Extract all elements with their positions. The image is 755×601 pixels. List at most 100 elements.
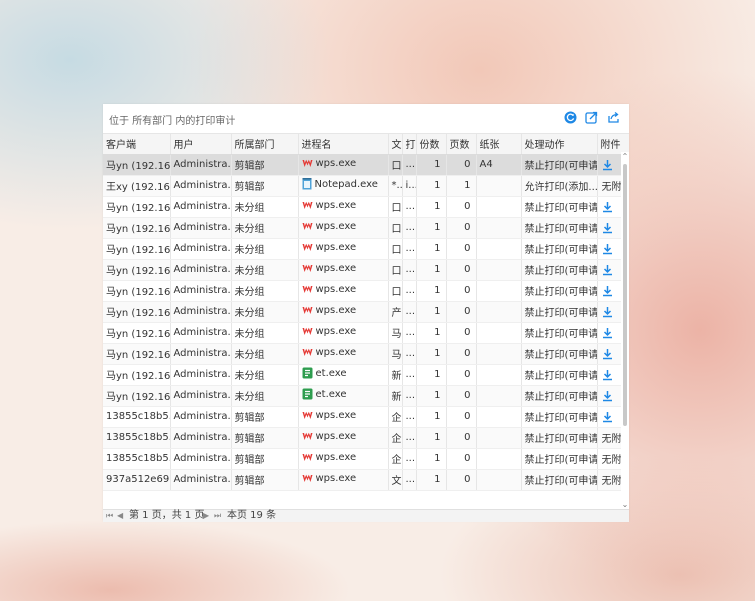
pages-cell: 0 [446, 448, 477, 470]
table-row[interactable]: 马yn (192.16...Administra...未分组 wps.exe 产..… [103, 301, 629, 323]
process-cell: wps.exe [298, 427, 389, 449]
action-cell: 禁止打印(可申请) [521, 427, 598, 449]
pages-cell: 0 [446, 469, 477, 491]
download-icon[interactable] [602, 159, 613, 171]
process-label: wps.exe [315, 263, 357, 274]
department-cell: 剪辑部 [231, 427, 299, 449]
last-page-icon[interactable]: ⏭ [214, 510, 221, 522]
printer-cell: ... [402, 343, 417, 365]
department-cell: 未分组 [231, 385, 299, 407]
column-header-user[interactable]: 用户 [170, 134, 232, 155]
document-cell: 企 [388, 427, 403, 449]
process-label: wps.exe [315, 347, 357, 358]
column-header-process[interactable]: 进程名 [298, 134, 389, 155]
action-cell: 允许打印(添加... [521, 175, 598, 197]
printer-cell: ... [402, 322, 417, 344]
table-row[interactable]: 937a512e69...Administra...剪辑部 wps.exe 文...… [103, 469, 629, 491]
user-cell: Administra... [170, 427, 232, 449]
download-icon[interactable] [602, 411, 613, 423]
column-header-attachment[interactable]: 附件 [597, 134, 629, 155]
table-row[interactable]: 马yn (192.16...Administra...未分组 wps.exe 口..… [103, 238, 629, 260]
copies-cell: 1 [416, 385, 447, 407]
process-label: wps.exe [315, 452, 357, 463]
table-row[interactable]: 马yn (192.16...Administra...未分组 wps.exe 口..… [103, 280, 629, 302]
wps-app-icon [302, 348, 312, 356]
table-row[interactable]: 王xy (192.16...Administra...剪辑部 Notepad.ex… [103, 175, 629, 197]
column-header-copies[interactable]: 份数 [416, 134, 447, 155]
user-cell: Administra... [170, 196, 232, 218]
column-header-printer[interactable]: 打 [402, 134, 417, 155]
scroll-down-icon[interactable]: ⌄ [621, 501, 629, 509]
action-cell: 禁止打印(可申请) [521, 259, 598, 281]
department-cell: 未分组 [231, 301, 299, 323]
table-row[interactable]: 马yn (192.16...Administra...未分组 et.exe 新...… [103, 385, 629, 407]
column-header-department[interactable]: 所属部门 [231, 134, 299, 155]
wps-app-icon [302, 474, 312, 482]
action-cell: 禁止打印(可申请) [521, 217, 598, 239]
document-cell: 口 [388, 280, 403, 302]
table-row[interactable]: 13855c18b5...Administra...剪辑部 wps.exe 企...… [103, 427, 629, 449]
panel-title: 位于 所有部门 内的打印审计 [109, 116, 236, 127]
prev-page-icon[interactable]: ◀ [117, 510, 123, 522]
user-cell: Administra... [170, 238, 232, 260]
table-row[interactable]: 13855c18b5...Administra...剪辑部 wps.exe 企...… [103, 406, 629, 428]
action-cell: 禁止打印(可申请) [521, 343, 598, 365]
pages-cell: 0 [446, 238, 477, 260]
table-row[interactable]: 13855c18b5...Administra...剪辑部 wps.exe 企...… [103, 448, 629, 470]
scroll-thumb[interactable] [623, 164, 627, 426]
process-cell: wps.exe [298, 238, 389, 260]
department-cell: 未分组 [231, 322, 299, 344]
copies-cell: 1 [416, 343, 447, 365]
printer-cell: ... [402, 217, 417, 239]
user-cell: Administra... [170, 259, 232, 281]
column-header-client[interactable]: 客户端 [103, 134, 171, 155]
download-icon[interactable] [602, 390, 613, 402]
refresh-icon[interactable] [564, 111, 577, 124]
column-header-pages[interactable]: 页数 [446, 134, 477, 155]
process-cell: wps.exe [298, 217, 389, 239]
download-icon[interactable] [602, 264, 613, 276]
document-cell: 马 [388, 343, 403, 365]
table-row[interactable]: 马yn (192.16...Administra...未分组 wps.exe 口..… [103, 259, 629, 281]
document-cell: 文 [388, 469, 403, 491]
process-cell: wps.exe [298, 406, 389, 428]
process-name: wps.exe [302, 473, 356, 484]
column-header-action[interactable]: 处理动作 [521, 134, 598, 155]
department-cell: 未分组 [231, 343, 299, 365]
copies-cell: 1 [416, 301, 447, 323]
table-row[interactable]: 马yn (192.16...Administra...剪辑部 wps.exe 口..… [103, 154, 629, 176]
table-row[interactable]: 马yn (192.16...Administra...未分组 wps.exe 马..… [103, 322, 629, 344]
download-icon[interactable] [602, 285, 613, 297]
copies-cell: 1 [416, 280, 447, 302]
vertical-scrollbar[interactable]: ⌃ ⌄ [621, 152, 629, 510]
user-cell: Administra... [170, 364, 232, 386]
download-icon[interactable] [602, 243, 613, 255]
printer-cell: ... [402, 280, 417, 302]
copies-cell: 1 [416, 469, 447, 491]
table-row[interactable]: 马yn (192.16...Administra...未分组 wps.exe 口..… [103, 217, 629, 239]
user-cell: Administra... [170, 154, 232, 176]
download-icon[interactable] [602, 348, 613, 360]
download-icon[interactable] [602, 201, 613, 213]
table-row[interactable]: 马yn (192.16...Administra...未分组 wps.exe 口..… [103, 196, 629, 218]
action-cell: 禁止打印(可申请) [521, 406, 598, 428]
page-info: 第 1 页，共 1 页 [129, 510, 205, 521]
column-header-document[interactable]: 文 [388, 134, 403, 155]
first-page-icon[interactable]: ⏮ [106, 510, 113, 522]
next-page-icon[interactable]: ▶ [203, 510, 209, 522]
download-icon[interactable] [602, 306, 613, 318]
table-row[interactable]: 马yn (192.16...Administra...未分组 et.exe 新...… [103, 364, 629, 386]
client-cell: 马yn (192.16... [103, 364, 171, 386]
column-header-paper[interactable]: 纸张 [476, 134, 522, 155]
export-icon[interactable] [585, 111, 598, 124]
paper-cell [476, 385, 522, 407]
pages-cell: 0 [446, 385, 477, 407]
process-name: wps.exe [302, 221, 356, 232]
table-row[interactable]: 马yn (192.16...Administra...未分组 wps.exe 马..… [103, 343, 629, 365]
download-icon[interactable] [602, 327, 613, 339]
download-icon[interactable] [602, 369, 613, 381]
process-name: et.exe [302, 388, 347, 400]
scroll-up-icon[interactable]: ⌃ [621, 153, 629, 161]
share-icon[interactable] [607, 111, 620, 124]
download-icon[interactable] [602, 222, 613, 234]
